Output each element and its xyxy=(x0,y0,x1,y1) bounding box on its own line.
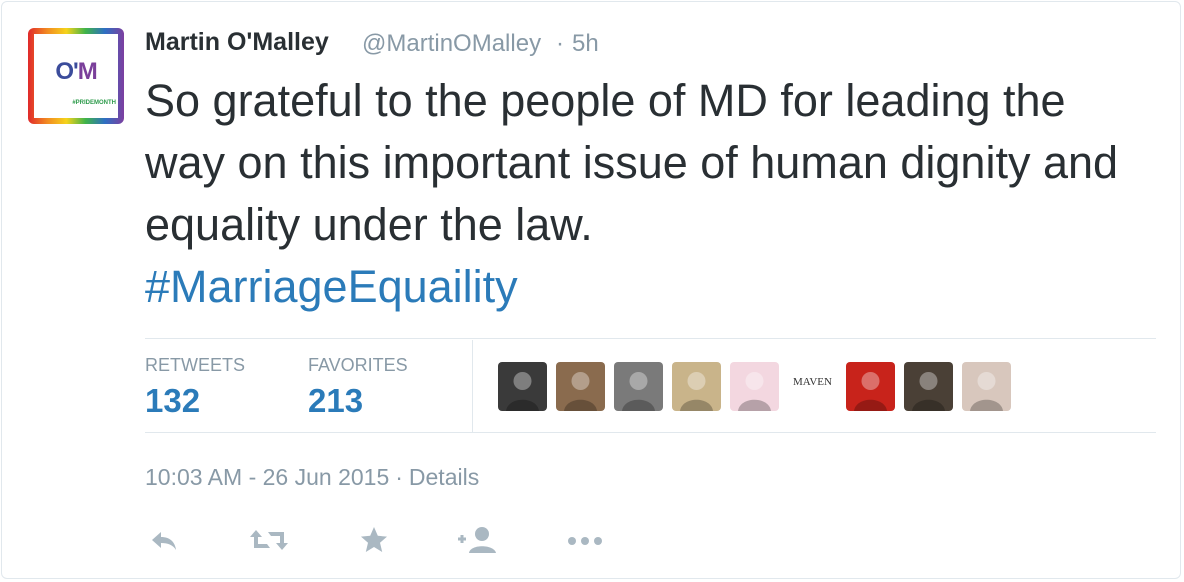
favorites-label: FAVORITES xyxy=(308,355,408,375)
favoriter-photo xyxy=(912,372,945,411)
tweet-card: O'M #PRIDEMONTH Martin O'Malley @MartinO… xyxy=(1,1,1181,579)
avatar-logo-panel: O'M #PRIDEMONTH xyxy=(34,34,118,118)
user-avatar-4[interactable] xyxy=(672,362,721,411)
favorites-count[interactable]: 213 xyxy=(308,382,363,420)
avatar-logo-m: M xyxy=(77,58,98,85)
tweet-timestamp[interactable]: 10:03 AM - 26 Jun 2015 xyxy=(145,464,389,490)
author-name[interactable]: Martin O'Malley xyxy=(145,28,329,57)
retweet-icon[interactable] xyxy=(248,524,288,558)
favoriter-photo xyxy=(680,372,713,411)
favoriter-photo xyxy=(738,372,771,411)
user-avatar-9[interactable] xyxy=(962,362,1011,411)
avatar-logo-o: O' xyxy=(55,58,78,85)
favoriter-photo xyxy=(506,372,539,411)
favoriter-photo xyxy=(970,372,1003,411)
favoriter-photo xyxy=(622,372,655,411)
author-avatar[interactable]: O'M #PRIDEMONTH xyxy=(28,28,124,124)
user-avatar-3[interactable] xyxy=(614,362,663,411)
retweets-count[interactable]: 132 xyxy=(145,382,200,420)
tweet-time-ago[interactable]: 5h xyxy=(572,30,599,58)
favoriter-photo xyxy=(564,372,597,411)
tweet-meta: 10:03 AM - 26 Jun 2015 · Details xyxy=(145,464,479,491)
user-avatar-2[interactable] xyxy=(556,362,605,411)
favoriter-label: MAVEN xyxy=(793,376,832,388)
avatar-logo: O'M xyxy=(34,58,118,86)
retweets-label: RETWEETS xyxy=(145,355,246,375)
follow-icon[interactable] xyxy=(456,524,496,558)
divider-bottom xyxy=(145,432,1156,433)
tweet-text: So grateful to the people of MD for lead… xyxy=(145,75,1119,250)
avatar-pridemonth-text: #PRIDEMONTH xyxy=(72,100,116,106)
hashtag-link[interactable]: #MarriageEquaility xyxy=(145,256,518,318)
favoriters-list: MAVEN xyxy=(498,362,1011,411)
separator-dot: · xyxy=(556,30,564,57)
user-avatar-7[interactable] xyxy=(846,362,895,411)
divider-top xyxy=(145,338,1156,339)
author-handle[interactable]: @MartinOMalley xyxy=(362,30,541,58)
user-avatar-6[interactable]: MAVEN xyxy=(788,362,837,411)
reply-icon[interactable] xyxy=(148,524,188,558)
favorite-icon[interactable] xyxy=(358,524,398,558)
details-link[interactable]: Details xyxy=(409,464,479,490)
stats-divider xyxy=(472,340,473,433)
more-icon[interactable] xyxy=(566,524,606,558)
favoriter-photo xyxy=(854,372,887,411)
meta-separator-dot: · xyxy=(395,464,403,490)
user-avatar-1[interactable] xyxy=(498,362,547,411)
user-avatar-8[interactable] xyxy=(904,362,953,411)
user-avatar-5[interactable] xyxy=(730,362,779,411)
